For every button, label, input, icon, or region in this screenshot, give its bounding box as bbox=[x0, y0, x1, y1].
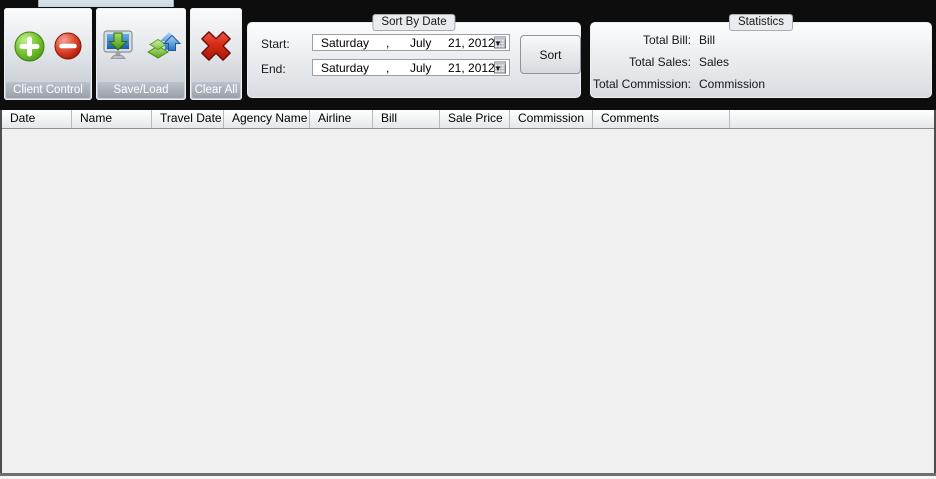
table-header: Date Name Travel Date Agency Name Airlin… bbox=[2, 110, 934, 129]
clear-all-button[interactable] bbox=[197, 27, 235, 65]
start-date-day: Saturday bbox=[321, 36, 370, 50]
start-date-separator: , bbox=[386, 36, 390, 50]
end-date-picker[interactable]: Saturday , July 21, 2012 ▼ bbox=[312, 59, 510, 76]
save-button[interactable] bbox=[100, 29, 136, 63]
clear-all-buttons bbox=[190, 8, 242, 84]
ribbon-toolbar: Client Control Save/Load Clear All Sort … bbox=[4, 8, 932, 100]
remove-client-button[interactable] bbox=[54, 32, 82, 60]
group-clear-all: Clear All bbox=[190, 8, 242, 100]
column-header-name[interactable]: Name bbox=[72, 110, 152, 128]
list-frame-left-border bbox=[0, 110, 2, 473]
panel-sort-by-date: Sort By Date Start: Saturday , July 21, … bbox=[247, 14, 581, 98]
column-header-travel-date[interactable]: Travel Date bbox=[152, 110, 224, 128]
group-save-load: Save/Load bbox=[96, 8, 186, 100]
save-to-computer-icon bbox=[103, 30, 132, 59]
end-date-dropdown[interactable]: ▼ bbox=[494, 61, 507, 74]
end-date-label: End: bbox=[261, 62, 286, 76]
statistics-grid: Total Bill: Bill Total Sales: Sales Tota… bbox=[591, 33, 765, 91]
total-bill-label: Total Bill: bbox=[642, 33, 691, 47]
group-caption-clear-all: Clear All bbox=[192, 82, 240, 98]
client-control-buttons bbox=[4, 8, 92, 84]
group-client-control: Client Control bbox=[4, 8, 92, 100]
start-date-label: Start: bbox=[261, 37, 290, 51]
total-sales-value: Sales bbox=[699, 55, 730, 69]
column-header-commission[interactable]: Commission bbox=[510, 110, 593, 128]
column-header-sale-price[interactable]: Sale Price bbox=[440, 110, 510, 128]
total-sales-label: Total Sales: bbox=[628, 55, 691, 69]
panel-sort-by-date-caption: Sort By Date bbox=[372, 14, 456, 31]
add-circle-icon bbox=[14, 31, 45, 61]
dropdown-arrow-icon: ▼ bbox=[494, 64, 502, 73]
end-date-day: Saturday bbox=[321, 61, 370, 75]
sort-button[interactable]: Sort bbox=[520, 35, 581, 74]
table-body[interactable] bbox=[2, 129, 934, 473]
end-date-daynum-year: 21, 2012 bbox=[448, 61, 495, 75]
load-export-icon bbox=[146, 32, 181, 59]
column-header-airline[interactable]: Airline bbox=[310, 110, 373, 128]
load-button[interactable] bbox=[145, 29, 183, 63]
panel-statistics: Statistics Total Bill: Bill Total Sales:… bbox=[590, 14, 932, 98]
end-date-month: July bbox=[410, 61, 432, 75]
red-cross-icon bbox=[201, 31, 231, 61]
total-commission-label: Total Commission: bbox=[592, 77, 691, 91]
save-load-buttons bbox=[96, 8, 186, 84]
tab-control-panel[interactable]: Control Panel bbox=[38, 0, 174, 7]
tab-strip: Control Panel bbox=[0, 0, 936, 8]
column-header-filler bbox=[730, 110, 934, 128]
total-bill-value: Bill bbox=[699, 33, 716, 47]
tab-label: Control Panel bbox=[67, 0, 145, 3]
group-caption-save-load: Save/Load bbox=[98, 82, 184, 98]
group-caption-client-control: Client Control bbox=[6, 82, 90, 98]
dropdown-arrow-icon: ▼ bbox=[494, 39, 502, 48]
start-date-dropdown[interactable]: ▼ bbox=[494, 36, 507, 49]
column-header-bill[interactable]: Bill bbox=[373, 110, 440, 128]
column-header-comments[interactable]: Comments bbox=[593, 110, 730, 128]
total-commission-value: Commission bbox=[699, 77, 766, 91]
add-client-button[interactable] bbox=[14, 31, 45, 62]
remove-circle-icon bbox=[54, 32, 82, 60]
column-header-date[interactable]: Date bbox=[2, 110, 72, 128]
column-header-agency-name[interactable]: Agency Name bbox=[224, 110, 310, 128]
panel-statistics-caption: Statistics bbox=[728, 14, 794, 31]
app-window: Control Panel bbox=[0, 0, 936, 479]
start-date-picker[interactable]: Saturday , July 21, 2012 ▼ bbox=[312, 34, 510, 51]
start-date-daynum-year: 21, 2012 bbox=[448, 36, 495, 50]
start-date-month: July bbox=[410, 36, 432, 50]
end-date-separator: , bbox=[386, 61, 390, 75]
